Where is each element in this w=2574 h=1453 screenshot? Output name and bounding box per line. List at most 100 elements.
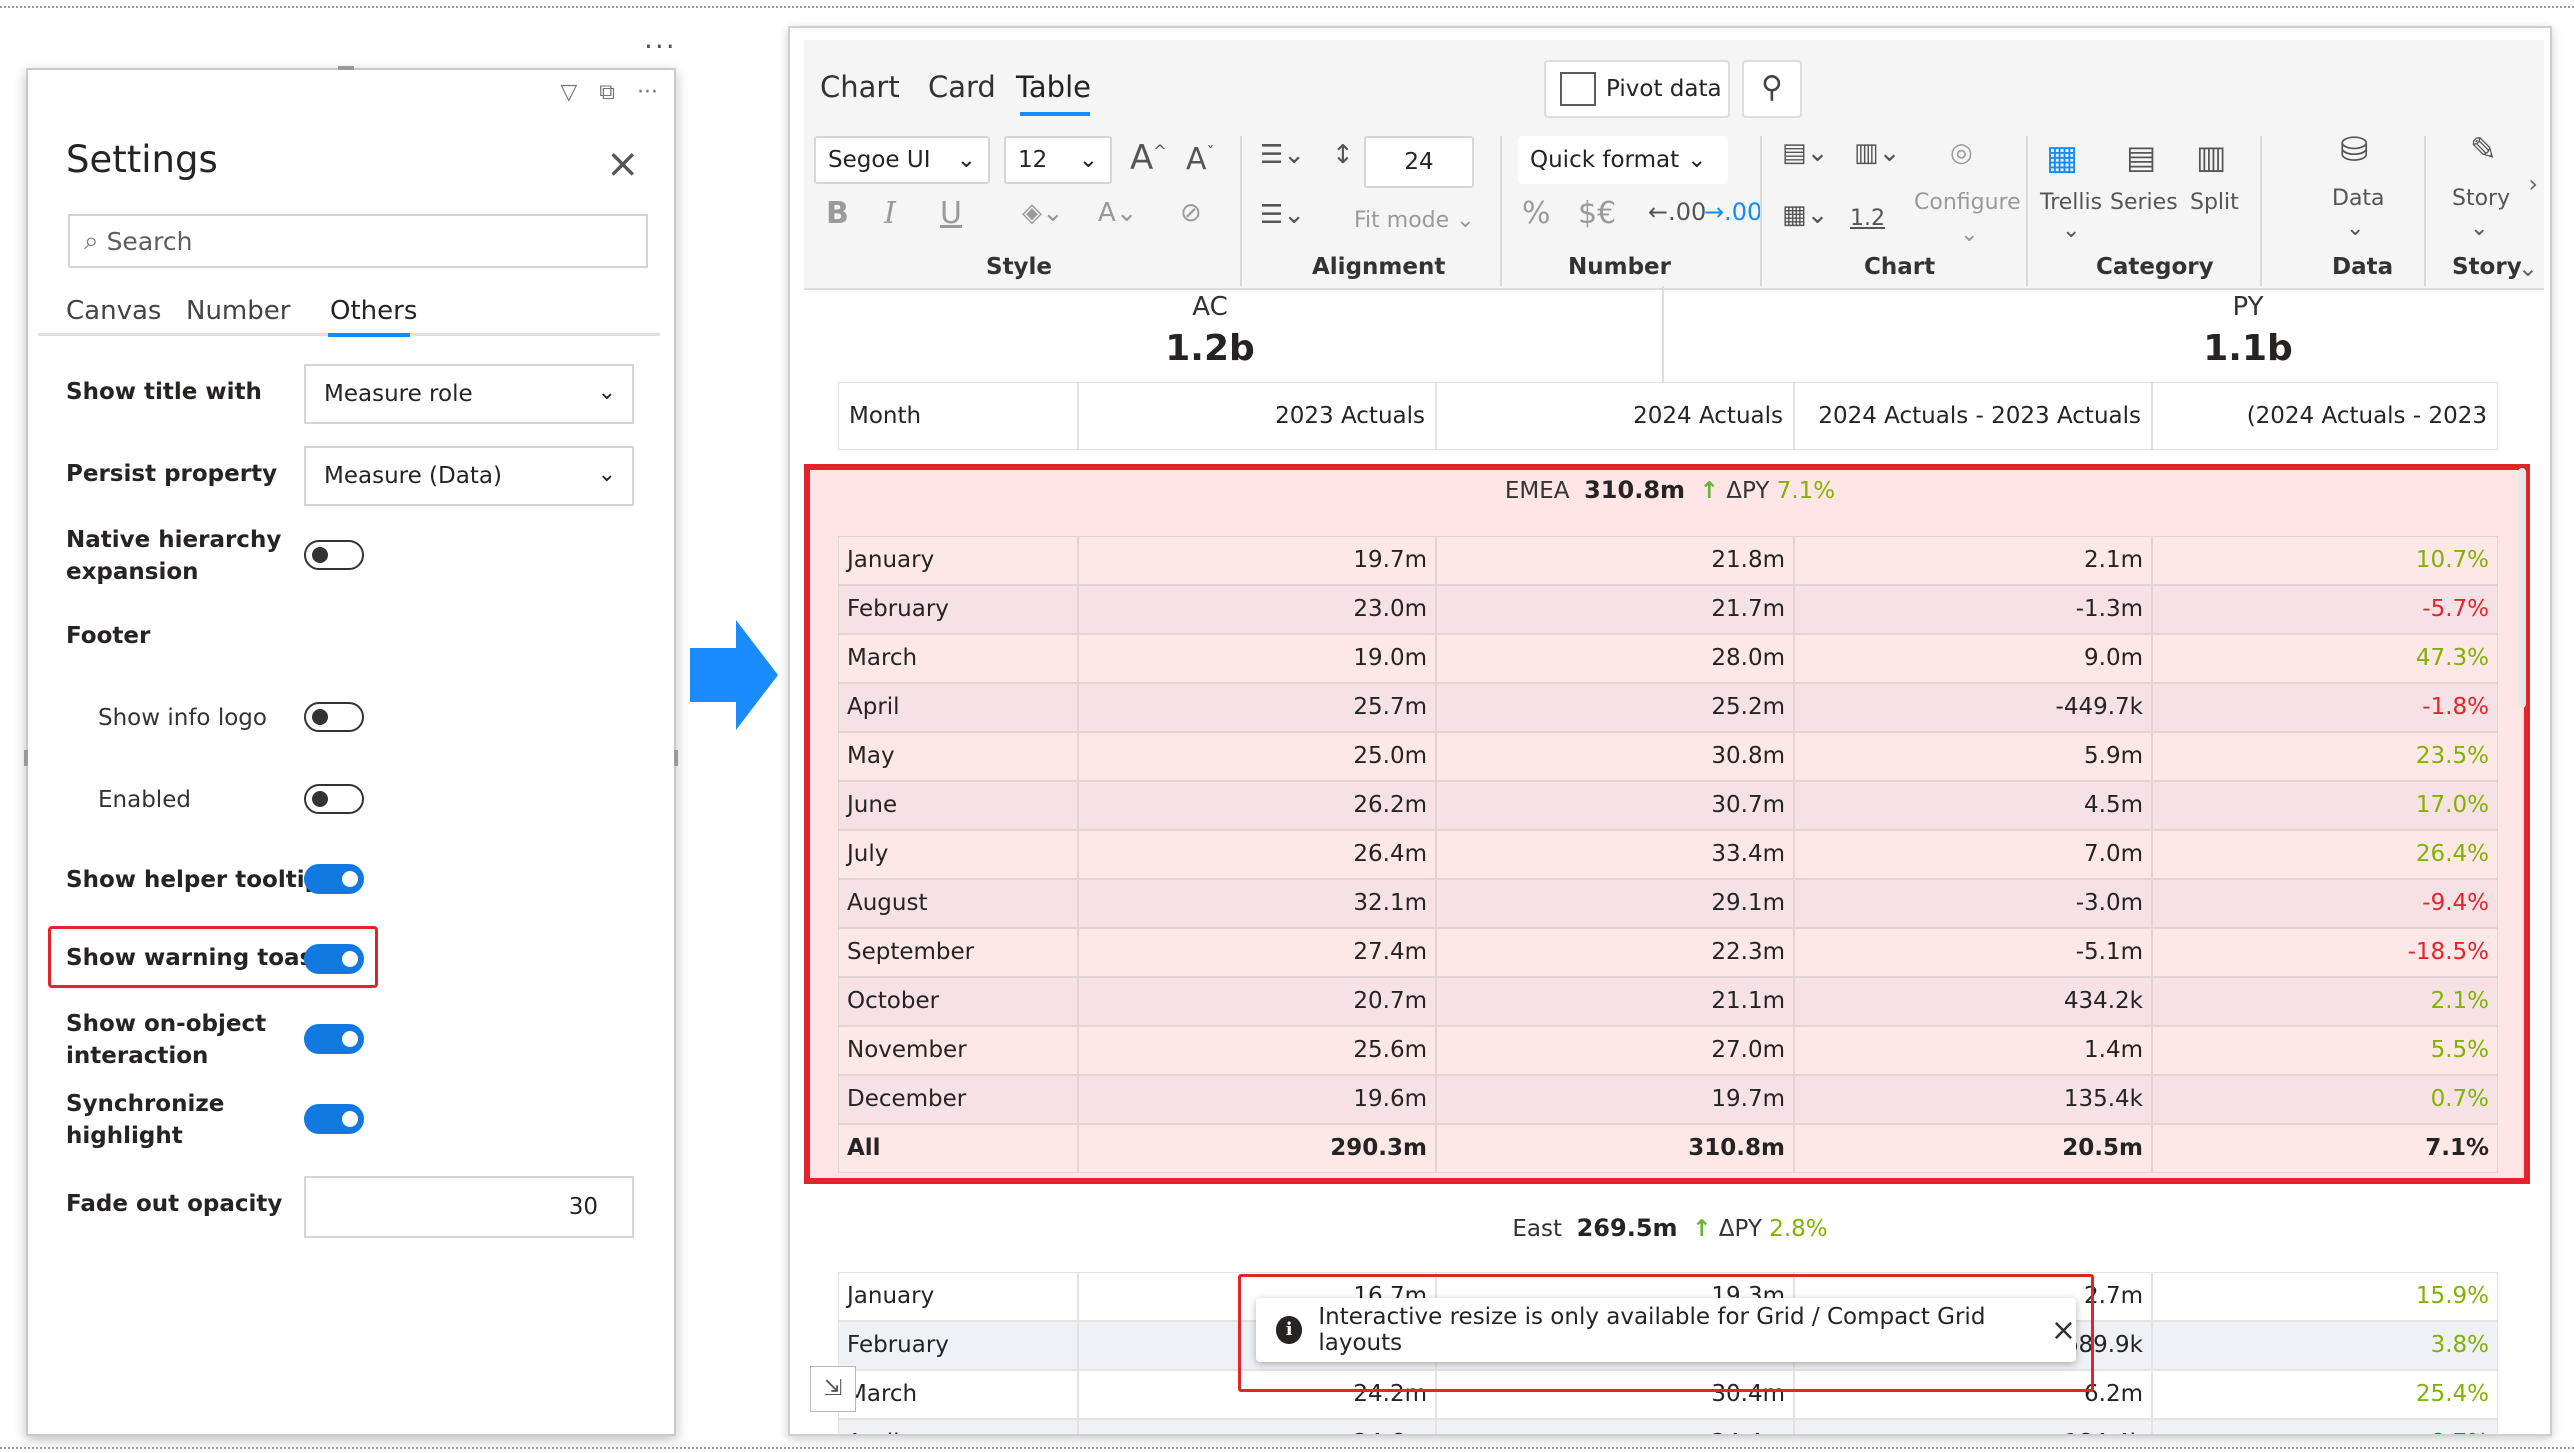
search-input[interactable]: ⌕ Search [68, 214, 648, 268]
percent-button[interactable]: % [1522, 196, 1551, 231]
close-icon[interactable]: × [606, 144, 640, 184]
month-cell: March [838, 634, 1078, 683]
column-header-variance[interactable]: 2024 Actuals - 2023 Actuals [1794, 382, 2152, 450]
value-cell: -3.0m [1794, 879, 2152, 928]
column-header-2024-actuals[interactable]: 2024 Actuals [1436, 382, 1794, 450]
east-group-header[interactable]: East 269.5m ↑ ΔPY 2.8% [1350, 1208, 1990, 1249]
table-row[interactable]: April24.6m24.4m-184.4k-0.7% [838, 1419, 2498, 1434]
resize-handle-top[interactable] [338, 66, 354, 70]
column-header-month[interactable]: Month [838, 382, 1078, 450]
increase-decimal-button[interactable]: →.00 [1704, 198, 1762, 226]
chart-type-icon[interactable]: ▦⌄ [1782, 200, 1828, 230]
chart-layout-icon[interactable]: ▤⌄ [1782, 138, 1828, 168]
table-row[interactable]: June 26.2m 30.7m 4.5m 17.0% [838, 781, 2498, 830]
underline-button[interactable]: U [940, 196, 962, 231]
split-button[interactable]: Split [2190, 190, 2239, 215]
value-cell: 135.4k [1794, 1075, 2152, 1124]
decrease-decimal-button[interactable]: ←.00 [1648, 198, 1706, 226]
more-icon[interactable]: ··· [637, 80, 658, 105]
tab-table[interactable]: Table [1016, 70, 1091, 104]
table-row[interactable]: October 20.7m 21.1m 434.2k 2.1% [838, 977, 2498, 1026]
tab-number[interactable]: Number [186, 296, 290, 326]
vertical-align-icon[interactable]: ☰⌄ [1260, 200, 1305, 230]
tab-canvas[interactable]: Canvas [66, 296, 161, 326]
table-row[interactable]: September 27.4m 22.3m -5.1m -18.5% [838, 928, 2498, 977]
story-icon: ✎ [2470, 130, 2497, 168]
italic-button[interactable]: I [884, 196, 896, 231]
table-row[interactable]: February 23.0m 21.7m -1.3m -5.7% [838, 585, 2498, 634]
show-on-object-toggle[interactable] [304, 1024, 364, 1054]
table-row[interactable]: March 19.0m 28.0m 9.0m 47.3% [838, 634, 2498, 683]
persist-property-dropdown[interactable]: Measure (Data) ⌄ [304, 446, 634, 506]
table-row[interactable]: All 290.3m 310.8m 20.5m 7.1% [838, 1124, 2498, 1173]
font-color-icon[interactable]: A⌄ [1098, 198, 1138, 228]
persist-property-label: Persist property [66, 461, 278, 487]
show-info-logo-toggle[interactable] [304, 702, 364, 732]
table-row[interactable]: May 25.0m 30.8m 5.9m 23.5% [838, 732, 2498, 781]
pivot-data-button[interactable]: Pivot data [1544, 60, 1730, 118]
shrink-font-button[interactable]: Aˇ [1186, 142, 1215, 177]
more-options-icon[interactable]: ··· [644, 30, 677, 63]
fit-mode-button[interactable]: Fit mode ⌄ [1354, 208, 1475, 233]
table-row[interactable]: August 32.1m 29.1m -3.0m -9.4% [838, 879, 2498, 928]
value-cell: 30.8m [1436, 732, 1794, 781]
font-size-select[interactable]: 12 ⌄ [1004, 136, 1112, 184]
footer-heading: Footer [66, 623, 151, 649]
column-header-variance-pct[interactable]: (2024 Actuals - 2023 Actuals)% [2152, 382, 2498, 495]
filter-settings-button[interactable]: ⚲ [1742, 60, 1802, 118]
show-warning-toasts-toggle[interactable] [304, 944, 364, 974]
chart-stack-icon[interactable]: ▥⌄ [1854, 138, 1900, 168]
resize-handle-left[interactable] [24, 750, 28, 766]
show-helper-tooltips-toggle[interactable] [304, 864, 364, 894]
column-header-2023-actuals[interactable]: 2023 Actuals [1078, 382, 1436, 450]
table-row[interactable]: December 19.6m 19.7m 135.4k 0.7% [838, 1075, 2498, 1124]
table-row[interactable]: July 26.4m 33.4m 7.0m 26.4% [838, 830, 2498, 879]
fill-color-icon[interactable]: ◈⌄ [1022, 198, 1064, 228]
value-cell: 4.5m [1794, 781, 2152, 830]
ribbon-next-icon[interactable]: › [2528, 170, 2538, 198]
ribbon-collapse-icon[interactable]: ⌄ [2518, 254, 2538, 282]
value-cell: 19.6m [1078, 1075, 1436, 1124]
filter-icon[interactable]: ▽ [560, 80, 577, 105]
horizontal-align-icon[interactable]: ☰⌄ [1260, 140, 1305, 170]
value-cell: 26.2m [1078, 781, 1436, 830]
row-height-input[interactable]: 24 [1364, 136, 1474, 188]
fade-out-opacity-input[interactable]: 30 [304, 1176, 634, 1238]
tab-chart[interactable]: Chart [820, 70, 900, 104]
close-icon[interactable]: × [2051, 1313, 2076, 1348]
table-row[interactable]: January 19.7m 21.8m 2.1m 10.7% [838, 536, 2498, 585]
enabled-toggle[interactable] [304, 784, 364, 814]
chevron-down-icon: ⌄ [1960, 222, 1979, 247]
currency-button[interactable]: $€ [1578, 196, 1616, 231]
configure-button[interactable]: Configure [1914, 190, 2021, 215]
table-row[interactable]: April 25.7m 25.2m -449.7k -1.8% [838, 683, 2498, 732]
tab-card[interactable]: Card [928, 70, 996, 104]
quick-format-select[interactable]: Quick format ⌄ [1518, 136, 1728, 184]
pivot-icon [1560, 72, 1596, 106]
series-button[interactable]: Series [2110, 190, 2178, 215]
emea-group-header[interactable]: EMEA 310.8m ↑ ΔPY 7.1% [1350, 470, 1990, 511]
show-title-with-dropdown[interactable]: Measure role ⌄ [304, 364, 634, 424]
kpi-ac-label: AC [1192, 292, 1228, 322]
toggle-knob [342, 951, 358, 967]
bold-button[interactable]: B [826, 196, 849, 231]
story-button[interactable]: Story [2452, 186, 2510, 211]
focus-mode-icon[interactable]: ⧉ [599, 80, 615, 105]
trellis-button[interactable]: Trellis [2040, 190, 2102, 215]
native-hierarchy-toggle[interactable] [304, 540, 364, 570]
data-button[interactable]: Data [2332, 186, 2385, 211]
group-separator [1500, 136, 1502, 286]
value-cell: -449.7k [1794, 683, 2152, 732]
table-row[interactable]: November 25.6m 27.0m 1.4m 5.5% [838, 1026, 2498, 1075]
chart-value-button[interactable]: 1.2 [1850, 206, 1885, 231]
tab-others[interactable]: Others [330, 296, 417, 326]
resize-handle-right[interactable] [674, 750, 678, 766]
hide-icon[interactable]: ⊘ [1180, 198, 1202, 228]
synchronize-highlight-toggle[interactable] [304, 1104, 364, 1134]
font-family-select[interactable]: Segoe UI ⌄ [814, 136, 990, 184]
resize-mode-icon[interactable]: ⇲ [810, 1366, 856, 1412]
value-cell: -5.1m [1794, 928, 2152, 977]
grow-font-button[interactable]: A^ [1130, 138, 1167, 178]
value-cell: -0.7% [2152, 1419, 2498, 1434]
vertical-scrollbar[interactable] [2518, 468, 2526, 708]
